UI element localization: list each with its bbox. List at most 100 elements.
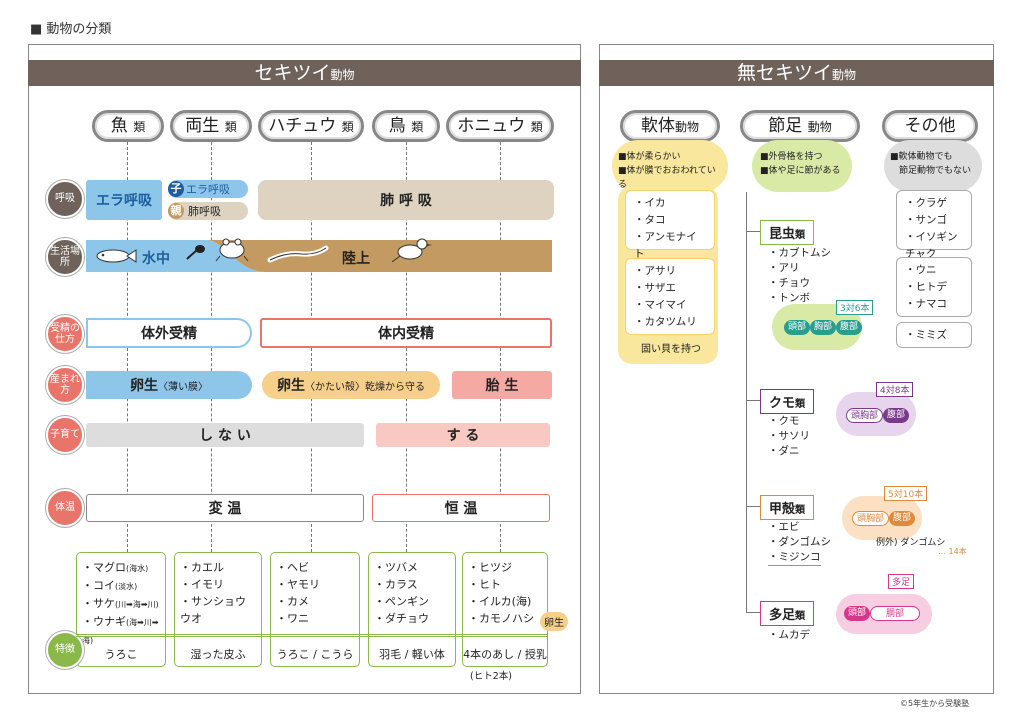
external-fertilization-bar: 体外受精 bbox=[86, 318, 252, 348]
other-list-urchin: ・ウニ ・ヒトデ ・ナマコ bbox=[896, 257, 972, 317]
class-fish-label: 魚 bbox=[110, 116, 128, 136]
row-label-features-text: 特徴 bbox=[55, 644, 75, 656]
row-label-parenting-text: 子育て bbox=[50, 429, 80, 441]
list-item: ・カタツムリ bbox=[634, 316, 697, 328]
myriapod-body: 頭部 胴部 bbox=[844, 606, 921, 621]
feature-mammal: 4本のあし / 授乳 bbox=[463, 648, 547, 661]
crustacean-legs-tag: 5対10本 bbox=[884, 486, 928, 501]
class-myriapod: 多足類 bbox=[760, 601, 815, 626]
list-item: ・コイ(淡水) bbox=[82, 577, 160, 595]
list-item: ・サザエ bbox=[634, 282, 676, 294]
habitat-land-label: 陸上 bbox=[342, 251, 370, 267]
mollusk-description: ■体が柔らかい ■体が膜でおおわれている bbox=[612, 140, 728, 192]
description-line: ■体や足に節がある bbox=[760, 166, 841, 176]
list-item: ・イルカ(海) bbox=[468, 595, 532, 608]
list-item: ・カメ bbox=[276, 595, 309, 608]
hard-egg-note: 〈かたい殻〉乾燥から守る bbox=[305, 381, 425, 393]
example-note: (海水) bbox=[126, 564, 149, 573]
list-item: ・カエル bbox=[180, 561, 224, 574]
list-item: ・イカ bbox=[634, 197, 666, 209]
list-item: ・ヘビ bbox=[276, 561, 309, 574]
internal-fertilization-bar: 体内受精 bbox=[260, 318, 552, 348]
spider-cephalothorax: 頭胸部 bbox=[846, 408, 884, 423]
class-fish-suffix: 類 bbox=[133, 120, 146, 134]
human-legs-note: (ヒト2本) bbox=[470, 671, 512, 682]
class-spider: クモ類 bbox=[760, 389, 815, 414]
list-item: ・ペンギン bbox=[374, 595, 429, 608]
invertebrate-header-suffix: 動物 bbox=[832, 68, 857, 82]
hard-egg-label: 卵生 bbox=[277, 378, 305, 394]
class-myriapod-label: 多足 bbox=[769, 608, 796, 623]
constant-temp-label: 恒 温 bbox=[444, 501, 478, 517]
no-parenting-label: し な い bbox=[199, 428, 251, 444]
mollusk-list-shell: ・アサリ ・サザエ ・マイマイ ・カタツムリ bbox=[625, 258, 715, 335]
class-crustacean: 甲殻類 bbox=[760, 495, 815, 520]
group-other: その他 bbox=[882, 110, 978, 142]
fish-icon bbox=[96, 249, 137, 263]
branch-crustacean bbox=[746, 506, 760, 507]
other-description: ■軟体動物でも 節足動物でもない bbox=[884, 140, 982, 192]
spider-legs-tag: 4対8本 bbox=[876, 382, 914, 397]
myriapod-examples: ・ムカデ bbox=[768, 628, 810, 643]
arthropod-description: ■外骨格を持つ ■体や足に節がある bbox=[752, 140, 852, 192]
list-item: ・ウナギ(海➡川➡海) bbox=[82, 613, 160, 649]
description-line: ■体が柔らかい bbox=[618, 152, 681, 162]
class-bird-label: 鳥 bbox=[388, 116, 406, 136]
arthropod-trunk bbox=[746, 192, 747, 612]
list-item: ・ダンゴムシ bbox=[768, 536, 831, 548]
crustacean-cephalothorax: 頭胸部 bbox=[852, 511, 890, 526]
variable-temp-label: 変 温 bbox=[208, 501, 242, 517]
list-item: ・チョウ bbox=[768, 277, 810, 289]
spider-abdomen: 腹部 bbox=[883, 408, 910, 423]
insect-head: 頭部 bbox=[784, 320, 811, 335]
feature-reptile: うろこ / こうら bbox=[276, 648, 354, 661]
list-item: ・ヒト bbox=[468, 578, 501, 591]
class-myriapod-suffix: 類 bbox=[795, 611, 806, 622]
example-note: (川➡海➡川) bbox=[115, 600, 159, 609]
child-mark: 子 bbox=[168, 181, 184, 197]
list-item: ・クモ bbox=[768, 415, 800, 427]
row-label-birth-text: 産まれ方 bbox=[50, 373, 80, 397]
list-item: ・ダチョウ bbox=[374, 612, 429, 625]
gill-breathing-bar: エラ呼吸 bbox=[86, 180, 162, 220]
myriapod-legs-tag: 多足 bbox=[888, 574, 915, 589]
external-fertilization-label: 体外受精 bbox=[141, 326, 197, 342]
spider-body: 頭胸部 腹部 bbox=[846, 408, 910, 423]
class-reptile: ハチュウ 類 bbox=[258, 110, 364, 142]
constant-temp-bar: 恒 温 bbox=[372, 494, 550, 522]
insect-examples: ・カブトムシ ・アリ ・チョウ ・トンボ bbox=[768, 246, 831, 306]
crustacean-exception-legs: … 14本 bbox=[938, 547, 967, 556]
list-item: ・カラス bbox=[374, 578, 418, 591]
invertebrate-header: 無セキツイ動物 bbox=[599, 60, 994, 86]
spider-examples: ・クモ ・サソリ ・ダニ bbox=[768, 414, 810, 459]
list-item: ・ヒトデ bbox=[905, 281, 947, 293]
row-label-parenting: 子育て bbox=[46, 416, 84, 454]
myriapod-trunk: 胴部 bbox=[870, 606, 921, 621]
list-item: ・サンショウウオ bbox=[180, 595, 246, 625]
parenting-label: す る bbox=[446, 428, 480, 444]
description-line: 節足動物でもない bbox=[890, 166, 972, 176]
mollusk-list-squid: ・イカ ・タコ ・アンモナイト bbox=[625, 190, 715, 260]
page-title: ■ 動物の分類 bbox=[30, 22, 112, 37]
invertebrate-header-label: 無セキツイ bbox=[736, 62, 832, 84]
list-item: ・タコ bbox=[634, 214, 666, 226]
list-item: ・ミジンコ bbox=[768, 550, 821, 566]
row-label-habitat: 生活場所 bbox=[46, 238, 84, 276]
row-label-birth: 産まれ方 bbox=[46, 366, 84, 404]
bird-icon bbox=[392, 238, 432, 263]
list-item: ・ヒツジ bbox=[468, 561, 512, 574]
class-spider-label: クモ bbox=[769, 396, 796, 411]
description-line: ■外骨格を持つ bbox=[760, 152, 823, 162]
class-reptile-suffix: 類 bbox=[341, 120, 354, 134]
example-name: ・マグロ bbox=[82, 561, 126, 574]
group-mollusk-label: 軟体 bbox=[640, 116, 675, 136]
other-list-earthworm: ・ミミズ bbox=[896, 322, 972, 348]
group-mollusk-suffix: 動物 bbox=[674, 120, 699, 134]
row-label-fertilization: 受精の仕方 bbox=[46, 315, 84, 353]
parenting-bar: す る bbox=[376, 423, 550, 447]
row-label-breathing-text: 呼吸 bbox=[55, 193, 75, 205]
gill-breathing-label: エラ呼吸 bbox=[96, 193, 152, 209]
feature-bird: 羽毛 / 軽い体 bbox=[379, 648, 445, 661]
list-item: ・ナマコ bbox=[905, 298, 947, 310]
no-parenting-bar: し な い bbox=[86, 423, 364, 447]
